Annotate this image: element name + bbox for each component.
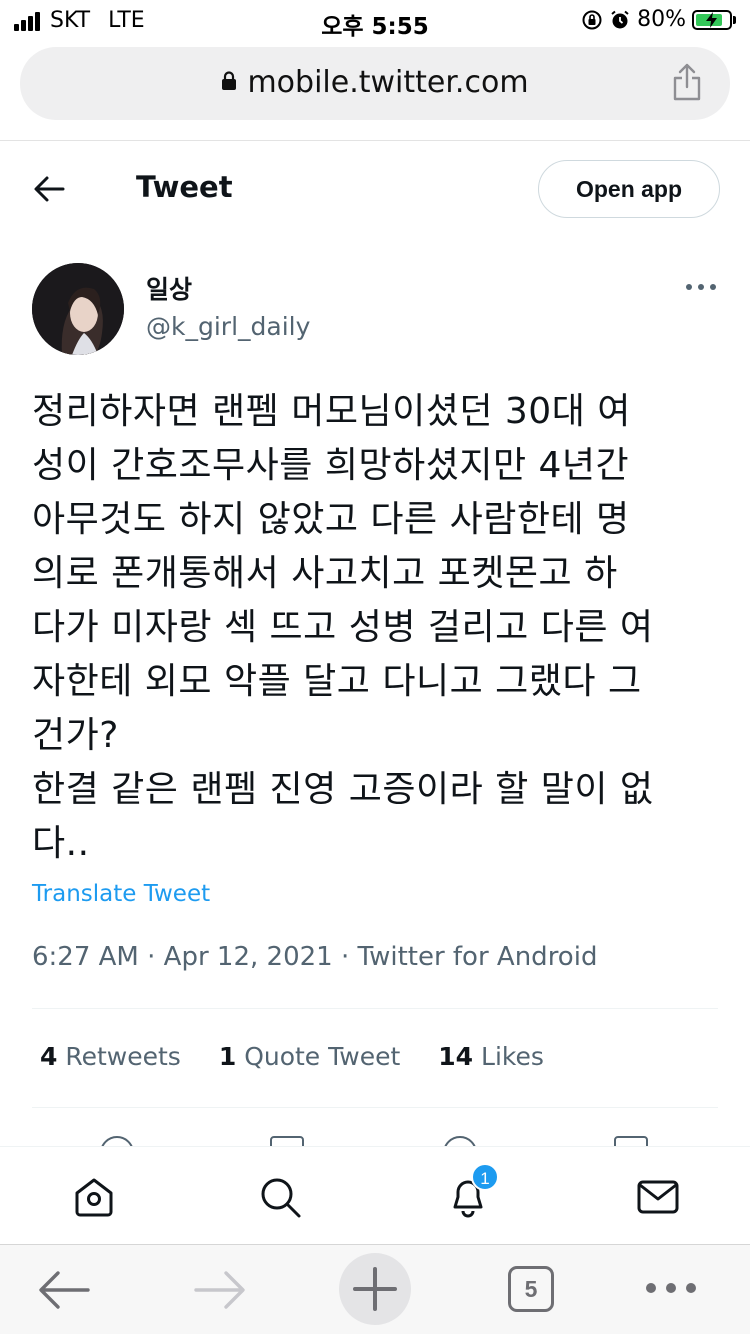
home-icon[interactable] bbox=[72, 1175, 116, 1219]
messages-icon[interactable] bbox=[636, 1175, 680, 1219]
translate-tweet-link[interactable]: Translate Tweet bbox=[32, 881, 210, 907]
tweet-actions-row bbox=[0, 1130, 750, 1146]
lock-icon bbox=[222, 70, 237, 90]
stats-divider-bottom bbox=[32, 1107, 718, 1108]
browser-back-icon[interactable] bbox=[38, 1270, 90, 1310]
author-handle[interactable]: @k_girl_daily bbox=[146, 312, 310, 341]
tweet-source[interactable]: Twitter for Android bbox=[358, 942, 598, 972]
stats-divider-top bbox=[32, 1008, 718, 1009]
twitter-bottom-nav bbox=[0, 1146, 750, 1244]
battery-icon bbox=[692, 9, 732, 30]
battery-percent: 80% bbox=[637, 7, 686, 32]
browser-forward-icon[interactable] bbox=[194, 1270, 246, 1310]
separator: · bbox=[340, 942, 350, 972]
alarm-icon bbox=[611, 10, 629, 28]
notification-badge: 1 bbox=[471, 1163, 499, 1191]
quote-tweets-stat[interactable]: 1 Quote Tweet bbox=[219, 1042, 400, 1071]
separator: · bbox=[147, 942, 156, 972]
share-icon[interactable] bbox=[672, 63, 702, 101]
open-app-button[interactable]: Open app bbox=[538, 160, 720, 218]
retweets-stat[interactable]: 4 Retweets bbox=[40, 1042, 181, 1071]
url-text: mobile.twitter.com bbox=[247, 65, 529, 100]
address-bar[interactable]: mobile.twitter.com bbox=[20, 47, 730, 120]
tabs-button[interactable]: 5 bbox=[508, 1266, 554, 1312]
url-display[interactable]: mobile.twitter.com bbox=[20, 65, 730, 100]
tweet-text: 정리하자면 랜펨 머모님이셨던 30대 여 성이 간호조무사를 희망하셨지만 4… bbox=[32, 391, 654, 864]
more-menu-icon[interactable] bbox=[644, 1280, 698, 1296]
more-options-icon[interactable] bbox=[684, 281, 718, 293]
back-arrow-icon[interactable] bbox=[32, 172, 66, 206]
retweet-icon[interactable] bbox=[270, 1136, 304, 1146]
share-tweet-icon[interactable] bbox=[614, 1136, 648, 1146]
browser-divider bbox=[0, 140, 750, 141]
like-icon[interactable] bbox=[443, 1136, 477, 1146]
page-title: Tweet bbox=[136, 170, 233, 204]
orientation-lock-icon bbox=[582, 10, 602, 29]
tweet-date[interactable]: Apr 12, 2021 bbox=[164, 942, 333, 972]
likes-stat[interactable]: 14 Likes bbox=[438, 1042, 544, 1071]
status-bar-right: 80% bbox=[581, 7, 736, 32]
status-bar: SKT LTE 오후 5:55 80% bbox=[0, 0, 750, 40]
tweet-time[interactable]: 6:27 AM bbox=[32, 942, 139, 972]
search-icon[interactable] bbox=[258, 1175, 302, 1219]
avatar[interactable] bbox=[32, 263, 124, 355]
tweet-stats: 4 Retweets 1 Quote Tweet 14 Likes bbox=[40, 1042, 582, 1071]
plus-icon bbox=[353, 1267, 397, 1311]
author-name[interactable]: 일상 bbox=[146, 270, 192, 306]
tweet-metadata: 6:27 AM · Apr 12, 2021 · Twitter for And… bbox=[32, 942, 597, 972]
reply-icon[interactable] bbox=[100, 1136, 134, 1146]
